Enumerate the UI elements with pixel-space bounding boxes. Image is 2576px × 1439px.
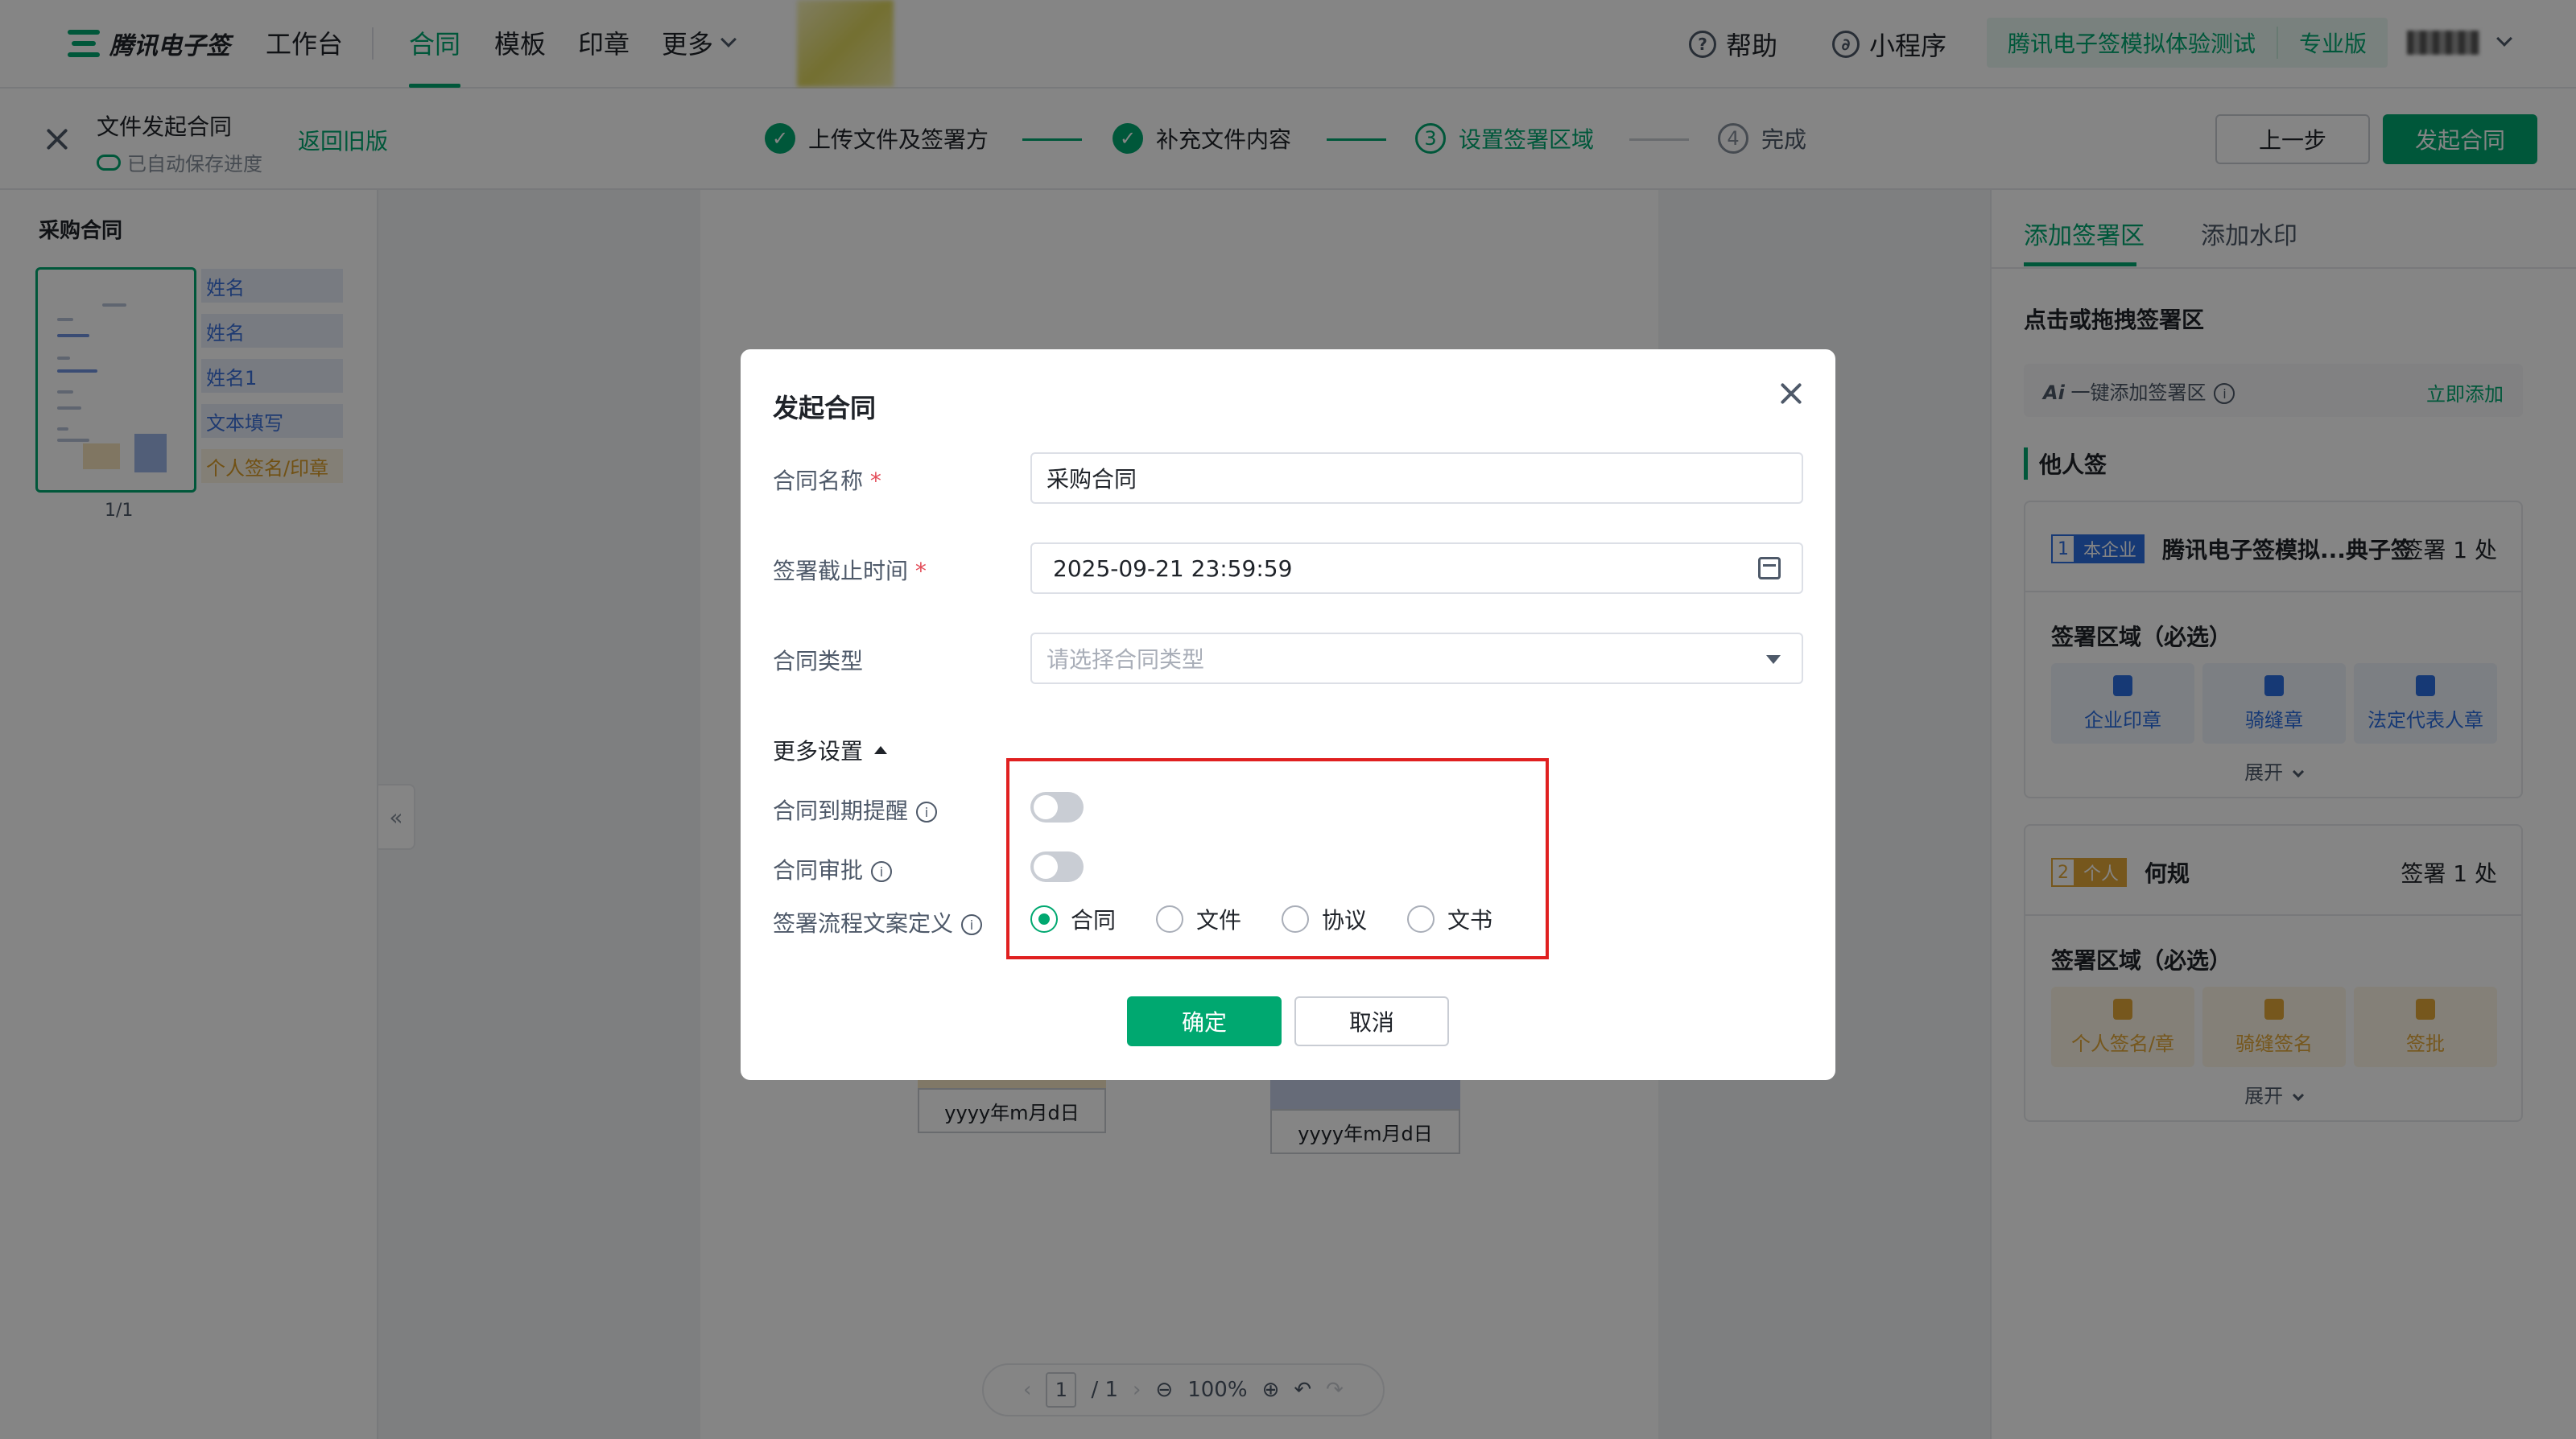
more-settings-label: 更多设置 bbox=[773, 738, 864, 765]
cancel-button[interactable]: 取消 bbox=[1294, 996, 1449, 1046]
label-text: 签署截止时间 bbox=[773, 558, 909, 584]
required-mark: * bbox=[914, 558, 927, 584]
deadline-value: 2025-09-21 23:59:59 bbox=[1053, 555, 1293, 582]
dialog-title: 发起合同 bbox=[773, 393, 877, 423]
expiry-reminder-label: 合同到期提醒 i bbox=[773, 794, 938, 826]
contract-type-label: 合同类型 bbox=[773, 648, 864, 674]
contract-name-input[interactable]: 采购合同 bbox=[1030, 452, 1803, 504]
label-text: 合同名称 bbox=[773, 468, 864, 494]
caret-up-icon bbox=[874, 746, 888, 754]
approval-label: 合同审批 i bbox=[773, 853, 893, 885]
contract-name-label: 合同名称 * bbox=[773, 464, 881, 496]
more-settings-toggle[interactable]: 更多设置 bbox=[773, 734, 888, 766]
label-text: 签署流程文案定义 bbox=[773, 910, 954, 937]
contract-type-select[interactable]: 请选择合同类型 bbox=[1030, 633, 1803, 684]
info-icon[interactable]: i bbox=[871, 861, 893, 882]
label-text: 合同到期提醒 bbox=[773, 798, 909, 824]
info-icon[interactable]: i bbox=[916, 802, 938, 823]
caret-down-icon bbox=[1766, 655, 1781, 664]
deadline-date-picker[interactable]: 2025-09-21 23:59:59 bbox=[1030, 542, 1803, 594]
confirm-button[interactable]: 确定 bbox=[1127, 996, 1282, 1046]
deadline-label: 签署截止时间 * bbox=[773, 554, 927, 586]
highlight-box bbox=[1006, 758, 1549, 959]
info-icon[interactable]: i bbox=[961, 914, 983, 935]
wording-label: 签署流程文案定义 i bbox=[773, 906, 983, 938]
close-icon[interactable] bbox=[1779, 381, 1803, 406]
select-placeholder: 请选择合同类型 bbox=[1046, 646, 1205, 673]
calendar-icon[interactable] bbox=[1758, 557, 1781, 579]
label-text: 合同审批 bbox=[773, 857, 864, 884]
required-mark: * bbox=[869, 468, 881, 494]
